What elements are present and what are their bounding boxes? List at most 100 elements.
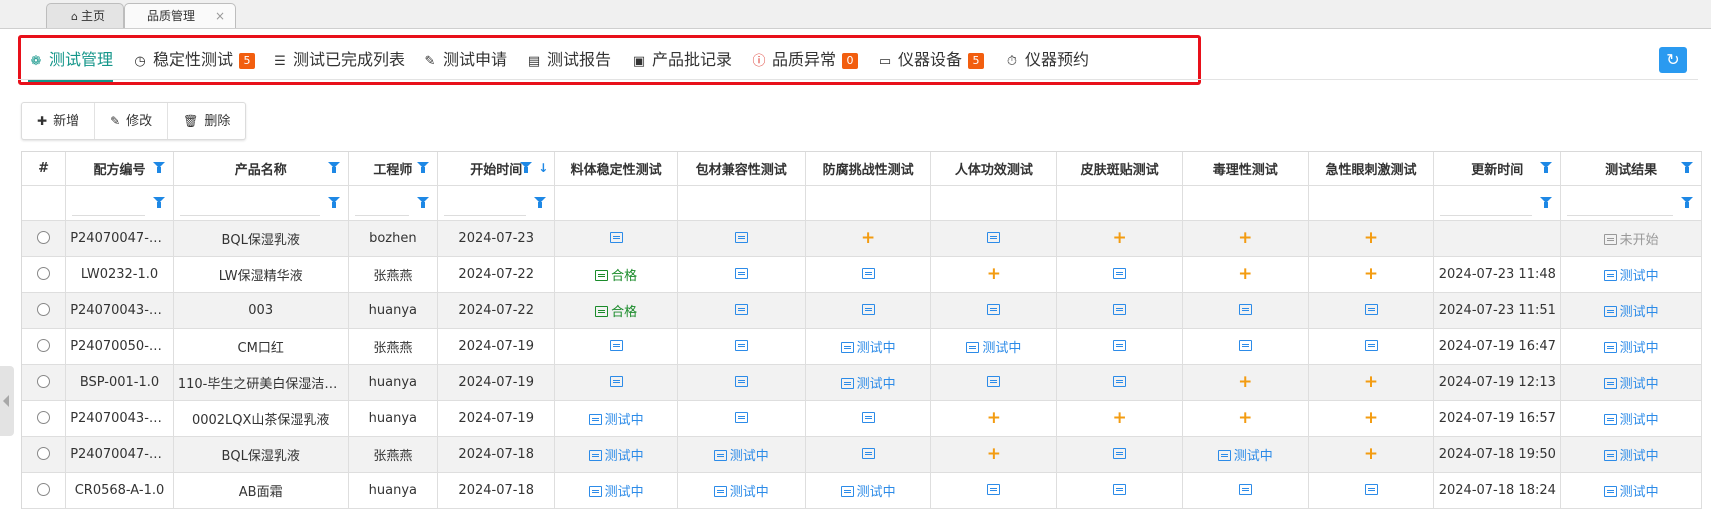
- filter-cell[interactable]: [65, 185, 174, 221]
- result-cell[interactable]: 测试中: [1560, 364, 1702, 401]
- row-radio[interactable]: [37, 302, 51, 316]
- add-test-icon[interactable]: +: [1364, 228, 1378, 248]
- tab-test-application[interactable]: ✎ 测试申请: [422, 38, 507, 82]
- sidebar-collapse-handle[interactable]: [0, 366, 14, 436]
- table-row[interactable]: P24070043-1.0 003 huanya 2024-07-22 合格 2024-0…: [22, 292, 1702, 329]
- filter-icon[interactable]: [1681, 197, 1693, 209]
- test-cell[interactable]: [1056, 472, 1183, 509]
- result-cell[interactable]: 未开始: [1560, 220, 1702, 257]
- test-cell[interactable]: +: [1308, 364, 1435, 401]
- filter-icon[interactable]: [534, 197, 547, 209]
- doc-icon[interactable]: [987, 304, 1001, 315]
- tab-instruments[interactable]: ▭ 仪器设备 5: [877, 38, 985, 82]
- test-cell[interactable]: [1056, 256, 1183, 293]
- status-pass[interactable]: 合格: [611, 305, 637, 320]
- edit-button[interactable]: ✎ 修改: [95, 103, 169, 139]
- status-testing[interactable]: 测试中: [857, 377, 896, 392]
- doc-icon[interactable]: [987, 376, 1001, 387]
- result-cell[interactable]: 测试中: [1560, 472, 1702, 509]
- table-row[interactable]: P24070043-1.0 0002LQX山茶保湿乳液 huanya 2024-07-…: [22, 400, 1702, 437]
- status-testing[interactable]: 测试中: [857, 485, 896, 500]
- tab-instrument-booking[interactable]: ⏱ 仪器预约: [1004, 38, 1089, 82]
- test-cell[interactable]: [1056, 364, 1183, 401]
- doc-icon[interactable]: [609, 376, 623, 387]
- status-testing[interactable]: 测试中: [605, 413, 644, 428]
- doc-icon[interactable]: [1238, 340, 1252, 351]
- tab-quality-exception[interactable]: ⓘ 品质异常 0: [751, 38, 859, 82]
- doc-icon[interactable]: [1364, 484, 1378, 495]
- test-cell[interactable]: [930, 220, 1058, 257]
- col-engineer[interactable]: 工程师: [348, 152, 439, 186]
- row-select-cell[interactable]: [22, 436, 67, 473]
- doc-icon[interactable]: [609, 232, 623, 243]
- test-cell[interactable]: 合格: [554, 292, 678, 329]
- result-status[interactable]: 测试中: [1620, 449, 1659, 464]
- test-cell[interactable]: [1182, 472, 1309, 509]
- row-select-cell[interactable]: [22, 472, 67, 509]
- filter-icon[interactable]: [1540, 162, 1553, 174]
- filter-input[interactable]: [1567, 193, 1673, 216]
- test-cell[interactable]: +: [930, 400, 1058, 437]
- doc-icon[interactable]: [734, 268, 748, 279]
- doc-icon[interactable]: [734, 232, 748, 243]
- test-cell[interactable]: +: [1308, 436, 1435, 473]
- status-testing[interactable]: 测试中: [730, 485, 769, 500]
- result-status[interactable]: 测试中: [1620, 413, 1659, 428]
- filter-icon[interactable]: [520, 162, 533, 174]
- test-cell[interactable]: 测试中: [930, 328, 1058, 365]
- table-row[interactable]: P24070047-1.0 BQL保湿乳液 bozhen 2024-07-23 + + + +…: [22, 220, 1702, 257]
- test-cell[interactable]: 测试中: [554, 400, 678, 437]
- doc-icon[interactable]: [1113, 340, 1127, 351]
- doc-icon[interactable]: [861, 268, 875, 279]
- add-test-icon[interactable]: +: [1238, 372, 1252, 392]
- filter-icon[interactable]: [1540, 197, 1553, 209]
- tab-stability-test[interactable]: ◷ 稳定性测试 5: [132, 38, 256, 82]
- filter-icon[interactable]: [417, 162, 430, 174]
- test-cell[interactable]: +: [1308, 400, 1435, 437]
- doc-icon[interactable]: [1113, 484, 1127, 495]
- doc-icon[interactable]: [1238, 484, 1252, 495]
- status-testing[interactable]: 测试中: [730, 449, 769, 464]
- add-test-icon[interactable]: +: [1112, 228, 1126, 248]
- test-cell[interactable]: [554, 364, 678, 401]
- test-cell[interactable]: +: [1182, 364, 1309, 401]
- add-test-icon[interactable]: +: [1238, 228, 1252, 248]
- filter-cell[interactable]: [1433, 185, 1562, 221]
- add-test-icon[interactable]: +: [1364, 444, 1378, 464]
- status-pass[interactable]: 合格: [611, 269, 637, 284]
- test-cell[interactable]: 测试中: [805, 472, 932, 509]
- row-select-cell[interactable]: [22, 292, 67, 329]
- filter-icon[interactable]: [327, 197, 340, 209]
- status-testing[interactable]: 测试中: [982, 341, 1021, 356]
- test-cell[interactable]: +: [930, 436, 1058, 473]
- doc-icon[interactable]: [861, 304, 875, 315]
- row-radio[interactable]: [37, 374, 51, 388]
- test-cell[interactable]: [1056, 328, 1183, 365]
- test-cell[interactable]: [805, 436, 932, 473]
- tab-test-management[interactable]: ❁ 测试管理: [28, 38, 114, 82]
- doc-icon[interactable]: [1113, 448, 1127, 459]
- status-testing[interactable]: 测试中: [857, 341, 896, 356]
- doc-icon[interactable]: [861, 412, 875, 423]
- col-result[interactable]: 测试结果: [1560, 152, 1702, 186]
- filter-cell[interactable]: [348, 185, 439, 221]
- row-select-cell[interactable]: [22, 400, 67, 437]
- add-button[interactable]: ✚ 新增: [22, 103, 96, 139]
- test-cell[interactable]: +: [1056, 400, 1183, 437]
- filter-icon[interactable]: [327, 162, 340, 174]
- doc-icon[interactable]: [734, 412, 748, 423]
- doc-icon[interactable]: [861, 448, 875, 459]
- result-cell[interactable]: 测试中: [1560, 400, 1702, 437]
- doc-icon[interactable]: [1238, 304, 1252, 315]
- col-formula[interactable]: 配方编号: [65, 152, 174, 186]
- add-test-icon[interactable]: +: [1364, 408, 1378, 428]
- doc-icon[interactable]: [1113, 268, 1127, 279]
- result-status[interactable]: 测试中: [1620, 305, 1659, 320]
- doc-icon[interactable]: [987, 484, 1001, 495]
- row-select-cell[interactable]: [22, 328, 67, 365]
- test-cell[interactable]: +: [1182, 256, 1309, 293]
- result-status[interactable]: 未开始: [1620, 233, 1659, 248]
- row-radio[interactable]: [37, 266, 51, 280]
- row-select-cell[interactable]: [22, 364, 67, 401]
- col-start-time[interactable]: 开始时间 ↓: [437, 152, 556, 186]
